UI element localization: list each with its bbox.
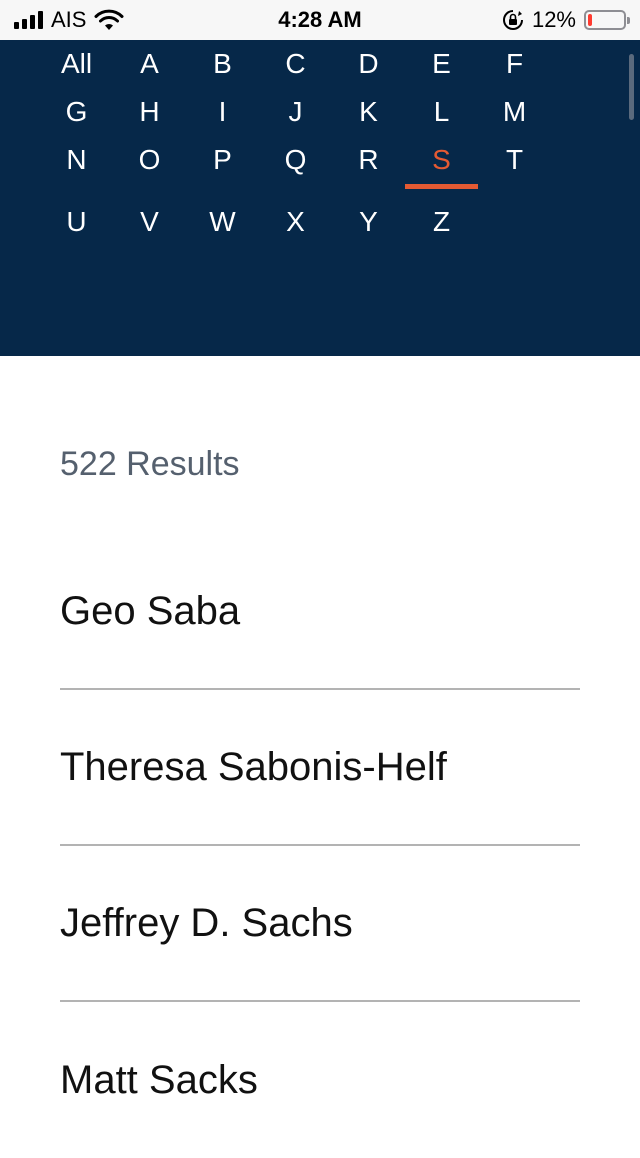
alphabet-filter-panel: All A B C D E F G H I J K L M N O P Q R S T U V W X Y Z — [0, 40, 640, 356]
result-list-item[interactable]: Geo Saba — [60, 534, 580, 690]
letter-label: K — [359, 96, 378, 127]
battery-level-fill — [588, 14, 592, 26]
letter-filter-g[interactable]: G — [40, 88, 113, 136]
result-list-item[interactable]: Theresa Sabonis-Helf — [60, 690, 580, 846]
letter-filter-e[interactable]: E — [405, 40, 478, 88]
letter-filter-t[interactable]: T — [478, 136, 551, 184]
letter-filter-c[interactable]: C — [259, 40, 332, 88]
result-list-item[interactable]: Matt Sacks — [60, 1002, 580, 1158]
letter-label: A — [140, 48, 159, 79]
letter-label: U — [66, 206, 87, 237]
letter-label: S — [432, 144, 451, 175]
letter-filter-h[interactable]: H — [113, 88, 186, 136]
letter-label: R — [358, 144, 379, 175]
letter-label: B — [213, 48, 232, 79]
letter-label: I — [218, 96, 227, 127]
letter-filter-u[interactable]: U — [40, 184, 113, 238]
letter-filter-d[interactable]: D — [332, 40, 405, 88]
letter-label: T — [505, 144, 524, 175]
letter-filter-a[interactable]: A — [113, 40, 186, 88]
letter-label: C — [285, 48, 306, 79]
letter-filter-q[interactable]: Q — [259, 136, 332, 184]
battery-percent: 12% — [531, 7, 576, 32]
letter-filter-z[interactable]: Z — [405, 184, 478, 238]
battery-icon — [584, 10, 630, 30]
results-list: Geo Saba Theresa Sabonis-Helf Jeffrey D. S… — [60, 534, 580, 1158]
letter-label: V — [140, 206, 159, 237]
result-list-item[interactable]: Jeffrey D. Sachs — [60, 846, 580, 1002]
letter-label: O — [138, 144, 161, 175]
letter-filter-m[interactable]: M — [478, 88, 551, 136]
letter-filter-o[interactable]: O — [113, 136, 186, 184]
letter-label: M — [502, 96, 527, 127]
letter-filter-j[interactable]: J — [259, 88, 332, 136]
letter-label: Q — [284, 144, 307, 175]
scroll-indicator[interactable] — [629, 54, 634, 120]
letter-filter-x[interactable]: X — [259, 184, 332, 238]
letter-filter-f[interactable]: F — [478, 40, 551, 88]
letter-label: Z — [432, 206, 451, 237]
letter-filter-r[interactable]: R — [332, 136, 405, 184]
letter-label: Y — [359, 206, 378, 237]
letter-label: P — [213, 144, 232, 175]
letter-filter-s[interactable]: S — [405, 136, 478, 189]
letter-label: H — [139, 96, 160, 127]
letter-label: L — [433, 96, 450, 127]
letter-filter-v[interactable]: V — [113, 184, 186, 238]
letter-label: X — [286, 206, 305, 237]
status-bar: AIS 4:28 AM 12% — [0, 0, 640, 40]
letter-label: E — [432, 48, 451, 79]
status-right: 12% — [502, 0, 630, 40]
letter-filter-i[interactable]: I — [186, 88, 259, 136]
letter-label: F — [505, 48, 524, 79]
letter-filter-b[interactable]: B — [186, 40, 259, 88]
letter-filter-all[interactable]: All — [40, 40, 113, 88]
letter-filter-w[interactable]: W — [186, 184, 259, 238]
letter-label: N — [66, 144, 87, 175]
letter-label: All — [60, 48, 93, 79]
letter-label: W — [209, 206, 236, 237]
letter-filter-k[interactable]: K — [332, 88, 405, 136]
letter-filter-l[interactable]: L — [405, 88, 478, 136]
letter-label: J — [288, 96, 303, 127]
letter-label: D — [358, 48, 379, 79]
alphabet-grid: All A B C D E F G H I J K L M N O P Q R S T U V W X Y Z — [40, 40, 550, 238]
letter-filter-y[interactable]: Y — [332, 184, 405, 238]
letter-filter-p[interactable]: P — [186, 136, 259, 184]
orientation-lock-icon — [502, 10, 523, 30]
results-count: 522 Results — [60, 445, 240, 483]
letter-filter-n[interactable]: N — [40, 136, 113, 184]
letter-label: G — [65, 96, 88, 127]
